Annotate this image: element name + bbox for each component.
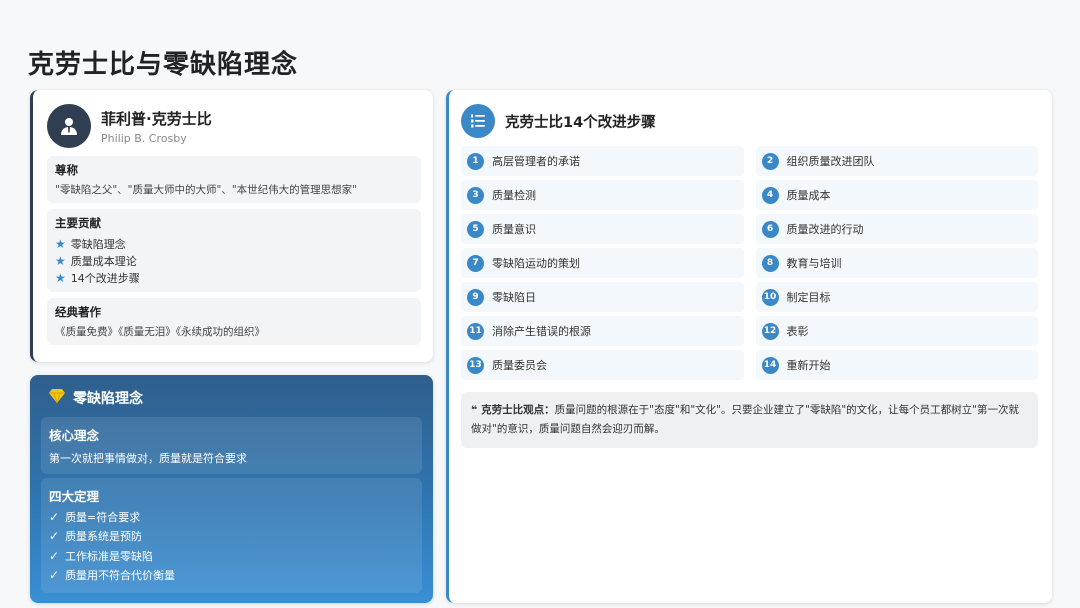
step-label: 高层管理者的承诺 <box>492 155 580 168</box>
titles-section: 尊称 "零缺陷之父"、"质量大师中的大师"、"本世纪伟大的管理思想家" <box>47 156 421 203</box>
step-item: 3 质量检测 <box>461 180 744 210</box>
profile-card: 菲利普·克劳士比 Philip B. Crosby 尊称 "零缺陷之父"、"质量… <box>30 90 433 362</box>
person-name: 菲利普·克劳士比 <box>101 109 212 128</box>
steps-grid: 1 高层管理者的承诺 2 组织质量改进团队 3 质量检测 4 质量成本 5 质量意识 6质… <box>461 146 1038 380</box>
user-tie-icon <box>47 104 91 148</box>
step-number: 2 <box>761 152 779 170</box>
step-label: 质量改进的行动 <box>786 223 864 236</box>
core-concept-section: 核心理念 第一次就把事情做对，质量就是符合要求 <box>41 417 422 474</box>
step-item: 6 质量改进的行动 <box>755 214 1038 244</box>
step-number: 13 <box>467 356 484 374</box>
step-item: 5 质量意识 <box>461 214 744 244</box>
gem-icon <box>49 389 65 407</box>
works-text: 《质量免费》《质量无泪》《永续成功的组织》 <box>55 326 265 338</box>
quote-left-icon: ❝ <box>471 404 478 416</box>
step-number: 14 <box>761 356 779 374</box>
step-label: 质量委员会 <box>492 359 547 372</box>
step-number: 1 <box>467 152 484 170</box>
core-concept-text: 第一次就把事情做对，质量就是符合要求 <box>49 452 247 465</box>
step-item: 9 零缺陷日 <box>461 282 744 312</box>
step-label: 零缺陷运动的策划 <box>492 257 580 270</box>
step-label: 零缺陷日 <box>492 291 536 304</box>
step-number: 8 <box>761 254 779 272</box>
contributions-heading: 主要贡献 <box>55 216 101 230</box>
check-icon: ✓ <box>49 529 60 544</box>
step-label: 质量成本 <box>786 189 831 202</box>
check-icon: ✓ <box>49 509 60 524</box>
profile-header: 菲利普·克劳士比 Philip B. Crosby <box>47 102 421 150</box>
step-label: 重新开始 <box>786 359 831 372</box>
list-ol-icon <box>461 104 495 138</box>
theorem-label: 质量=符合要求 <box>65 510 141 524</box>
step-number: 11 <box>467 322 484 340</box>
step-number: 5 <box>467 220 484 238</box>
step-number: 6 <box>761 220 779 238</box>
page-title: 克劳士比与零缺陷理念 <box>28 50 299 80</box>
star-icon: ★ <box>55 270 66 285</box>
step-item: 12 表彰 <box>755 316 1038 346</box>
step-label: 组织质量改进团队 <box>786 155 875 168</box>
theorem-label: 工作标准是零缺陷 <box>65 549 154 563</box>
person-name-en: Philip B. Crosby <box>101 131 187 145</box>
star-icon: ★ <box>55 253 66 268</box>
theorem-item: ✓ 质量用不符合代价衡量 <box>49 566 414 586</box>
step-number: 12 <box>761 322 779 340</box>
core-concept-heading: 核心理念 <box>49 428 100 443</box>
step-number: 3 <box>467 186 484 204</box>
step-item: 8 教育与培训 <box>755 248 1038 278</box>
titles-heading: 尊称 <box>55 163 78 177</box>
zero-defect-title: 零缺陷理念 <box>73 391 143 407</box>
step-item: 4 质量成本 <box>755 180 1038 210</box>
theorem-item: ✓ 工作标准是零缺陷 <box>49 546 414 566</box>
theorem-item: ✓ 质量=符合要求 <box>49 507 414 527</box>
theorem-item: ✓ 质量系统是预防 <box>49 527 414 547</box>
step-item: 1 高层管理者的承诺 <box>461 146 744 176</box>
zero-defect-header: 零缺陷理念 <box>49 387 422 409</box>
contribution-item: ★ 零缺陷理念 <box>55 235 413 252</box>
steps-header: 克劳士比14个改进步骤 <box>461 104 1038 138</box>
step-number: 4 <box>761 186 779 204</box>
works-heading: 经典著作 <box>55 305 101 319</box>
contribution-label: 质量成本理论 <box>70 254 137 268</box>
theorem-label: 质量用不符合代价衡量 <box>65 569 176 583</box>
step-label: 制定目标 <box>786 291 831 304</box>
titles-text: "零缺陷之父"、"质量大师中的大师"、"本世纪伟大的管理思想家" <box>55 184 357 196</box>
step-item: 14 重新开始 <box>755 350 1038 380</box>
quote-label: 克劳士比观点： <box>481 404 555 416</box>
step-label: 质量检测 <box>492 189 536 202</box>
step-number: 10 <box>761 288 779 306</box>
theorems-section: 四大定理 ✓ 质量=符合要求 ✓ 质量系统是预防 ✓ 工作标准是零缺陷 ✓ 质量… <box>41 478 422 593</box>
step-label: 教育与培训 <box>786 257 842 270</box>
step-label: 消除产生错误的根源 <box>492 325 591 338</box>
contribution-label: 零缺陷理念 <box>70 237 126 251</box>
contribution-label: 14个改进步骤 <box>70 271 140 285</box>
steps-card: 克劳士比14个改进步骤 1 高层管理者的承诺 2 组织质量改进团队 3 质量检测 4质… <box>446 90 1052 603</box>
contribution-item: ★ 质量成本理论 <box>55 252 413 269</box>
theorems-heading: 四大定理 <box>49 489 100 504</box>
crosby-quote: ❝ 克劳士比观点：质量问题的根源在于"态度"和"文化"。只要企业建立了"零缺陷"的… <box>461 392 1038 448</box>
zero-defect-card: 零缺陷理念 核心理念 第一次就把事情做对，质量就是符合要求 四大定理 ✓ 质量=… <box>30 375 433 603</box>
step-item: 11 消除产生错误的根源 <box>461 316 744 346</box>
step-item: 7 零缺陷运动的策划 <box>461 248 744 278</box>
contribution-item: ★ 14个改进步骤 <box>55 269 413 286</box>
step-item: 13 质量委员会 <box>461 350 744 380</box>
steps-title: 克劳士比14个改进步骤 <box>505 114 656 131</box>
step-item: 2 组织质量改进团队 <box>755 146 1038 176</box>
star-icon: ★ <box>55 236 66 251</box>
step-label: 表彰 <box>786 325 809 338</box>
step-item: 10 制定目标 <box>755 282 1038 312</box>
check-icon: ✓ <box>49 548 60 563</box>
step-number: 9 <box>467 288 484 306</box>
step-label: 质量意识 <box>492 223 536 236</box>
works-section: 经典著作 《质量免费》《质量无泪》《永续成功的组织》 <box>47 298 421 345</box>
contributions-section: 主要贡献 ★ 零缺陷理念 ★ 质量成本理论 ★ 14个改进步骤 <box>47 209 421 292</box>
step-number: 7 <box>467 254 484 272</box>
check-icon: ✓ <box>49 568 60 583</box>
theorem-label: 质量系统是预防 <box>65 530 143 544</box>
